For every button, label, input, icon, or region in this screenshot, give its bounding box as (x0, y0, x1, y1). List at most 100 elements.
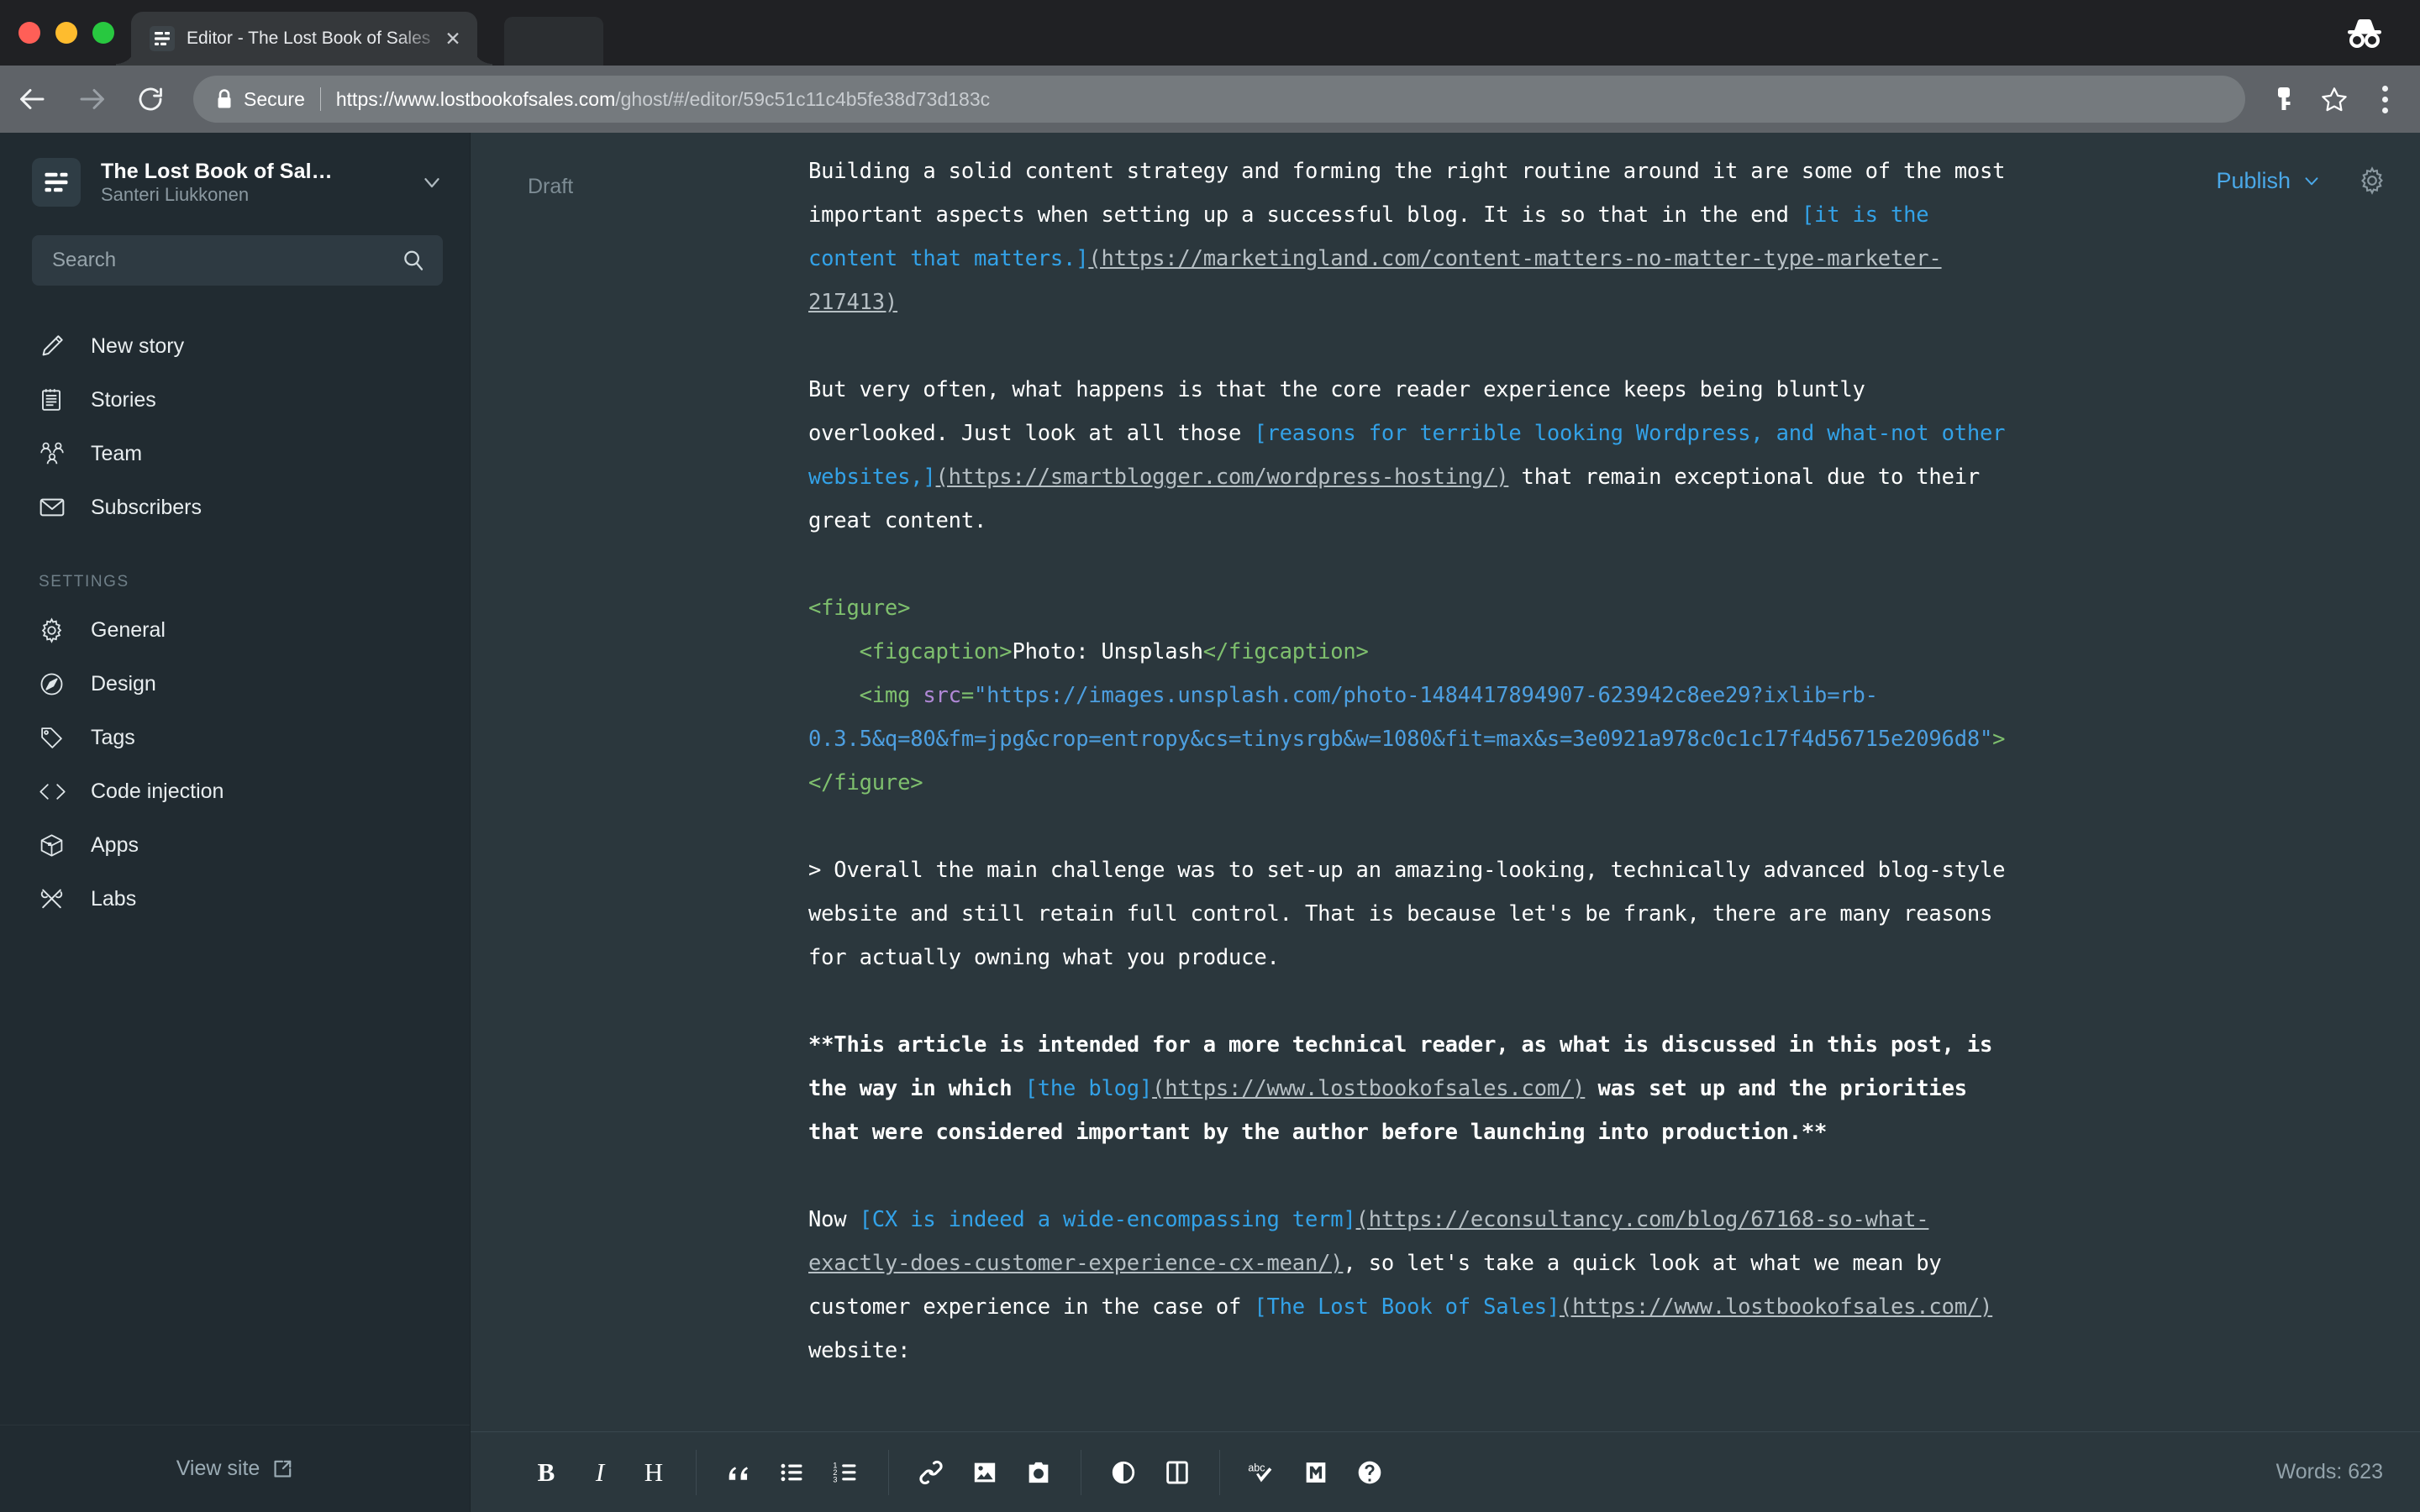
search-input[interactable] (50, 248, 401, 273)
md-token-url[interactable]: (https://www.lostbookofsales.com/) (1560, 1294, 1992, 1320)
publish-button[interactable]: Publish (2216, 168, 2323, 194)
sidebar-item-code-injection[interactable]: Code injection (0, 764, 470, 818)
help-icon[interactable] (1343, 1446, 1397, 1499)
url-path: /ghost/#/editor/59c51c11c4b5fe38d73d183c (615, 87, 991, 110)
close-window-button[interactable] (18, 22, 40, 44)
post-settings-button[interactable] (2358, 166, 2386, 195)
md-paragraph: But very often, what happens is that the… (808, 368, 2017, 543)
reload-icon[interactable] (124, 73, 176, 125)
preview-eye-icon[interactable] (1097, 1446, 1150, 1499)
markdown-editor-content[interactable]: Building a solid content strategy and fo… (808, 150, 2017, 1373)
italic-icon[interactable]: I (573, 1446, 627, 1499)
md-token-url[interactable]: (https://www.lostbookofsales.com/) (1152, 1076, 1585, 1101)
toolbar-divider (1219, 1449, 1220, 1495)
sidebar-item-team[interactable]: Team (0, 427, 470, 480)
numbered-list-icon[interactable]: 123 (819, 1446, 873, 1499)
maximize-window-button[interactable] (92, 22, 114, 44)
link-icon[interactable] (904, 1446, 958, 1499)
sidebar-item-subscribers[interactable]: Subscribers (0, 480, 470, 534)
sidebar-item-general[interactable]: General (0, 603, 470, 657)
split-view-icon[interactable] (1150, 1446, 1204, 1499)
md-html: <img src="https://images.unsplash.com/ph… (808, 674, 2017, 761)
browser-tabstrip: Editor - The Lost Book of Sales ✕ (0, 0, 2420, 66)
sidebar-item-stories[interactable]: Stories (0, 373, 470, 427)
lock-icon (215, 88, 234, 110)
ghost-admin-app: The Lost Book of Sal… Santeri Liukkonen (0, 133, 2420, 1512)
md-token-plain (808, 639, 860, 664)
browser-tab-active[interactable]: Editor - The Lost Book of Sales ✕ (116, 12, 492, 66)
image-icon[interactable] (958, 1446, 1012, 1499)
bullet-list-icon[interactable] (765, 1446, 819, 1499)
blog-title: The Lost Book of Sal… (101, 159, 333, 183)
blog-author: Santeri Liukkonen (101, 183, 250, 205)
sidebar-item-new-story[interactable]: New story (0, 319, 470, 373)
omnibox-actions (2260, 76, 2420, 123)
search-box[interactable] (32, 235, 443, 286)
minimize-window-button[interactable] (55, 22, 77, 44)
browser-tab-title: Editor - The Lost Book of Sales (187, 29, 431, 48)
md-token-linktext[interactable]: [CX is indeed a wide-encompassing term] (860, 1207, 1356, 1232)
md-token-tag: <figcaption> (859, 639, 1013, 664)
sidebar-item-apps[interactable]: Apps (0, 818, 470, 872)
url-separator (319, 87, 321, 111)
md-paragraph: Now [CX is indeed a wide-encompassing te… (808, 1198, 2017, 1373)
star-icon[interactable] (2311, 76, 2358, 123)
toolbar-group-view (1097, 1446, 1204, 1499)
url-bar[interactable]: Secure https://www.lostbookofsales.com/g… (193, 76, 2245, 123)
browser-toolbar: Secure https://www.lostbookofsales.com/g… (0, 66, 2420, 133)
sidebar-item-label: General (91, 617, 166, 642)
sidebar-item-tags[interactable]: Tags (0, 711, 470, 764)
md-token-attr: src (923, 683, 961, 708)
md-token-tag: > (1992, 727, 2006, 752)
blockquote-icon[interactable] (712, 1446, 765, 1499)
sidebar-item-label: Tags (91, 725, 135, 749)
md-token-url[interactable]: (https://smartblogger.com/wordpress-host… (936, 465, 1509, 490)
md-blank-line (808, 979, 2017, 1023)
heading-icon[interactable]: H (627, 1446, 681, 1499)
sidebar-nav: New story Stories Team Subscribers SETTI… (0, 286, 470, 926)
md-token-linktext[interactable]: [the blog] (1025, 1076, 1153, 1101)
back-arrow-icon[interactable] (7, 73, 59, 125)
search-icon[interactable] (401, 248, 426, 273)
md-blank-line (808, 324, 2017, 368)
key-icon[interactable] (2260, 76, 2307, 123)
editor-toolbar: B I H 123 abc Words: 623 (471, 1431, 2420, 1512)
toolbar-group-text: B I H (519, 1446, 681, 1499)
team-icon (39, 441, 74, 466)
editor-header-actions: Publish (2216, 166, 2386, 195)
md-blockquote: > Overall the main challenge was to set-… (808, 848, 2017, 979)
kebab-menu-icon[interactable] (2361, 76, 2408, 123)
sidebar-item-label: Code injection (91, 779, 224, 803)
post-status-label: Draft (528, 175, 574, 198)
view-site-link[interactable]: View site (0, 1425, 470, 1512)
md-html: </figure> (808, 761, 2017, 805)
sidebar-item-design[interactable]: Design (0, 657, 470, 711)
main-sidebar: The Lost Book of Sal… Santeri Liukkonen (0, 133, 471, 1512)
sidebar-item-labs[interactable]: Labs (0, 872, 470, 926)
sidebar-item-label: Design (91, 671, 156, 696)
spellcheck-icon[interactable]: abc (1235, 1446, 1289, 1499)
chevron-down-icon[interactable] (419, 170, 445, 195)
editor-scroll-area[interactable]: Draft Publish Building a solid content s… (471, 133, 2420, 1431)
url-text: https://www.lostbookofsales.com/ghost/#/… (336, 88, 990, 111)
url-host: https://www.lostbookofsales.com (335, 87, 616, 110)
envelope-icon (39, 495, 74, 520)
md-token-tag: </figcaption> (1202, 639, 1369, 664)
md-token-plain: Photo: Unsplash (1012, 639, 1203, 664)
close-icon[interactable]: ✕ (442, 28, 464, 50)
tag-icon (39, 725, 74, 751)
markdown-icon[interactable] (1289, 1446, 1343, 1499)
view-site-label: View site (176, 1457, 260, 1480)
tools-icon (39, 886, 74, 912)
camera-icon[interactable] (1012, 1446, 1065, 1499)
blog-meta: The Lost Book of Sal… Santeri Liukkonen (101, 160, 411, 206)
svg-text:abc: abc (1248, 1462, 1265, 1473)
forward-arrow-icon[interactable] (66, 73, 118, 125)
tab-strip-empty-area[interactable] (504, 17, 603, 66)
md-token-linktext[interactable]: [The Lost Book of Sales] (1254, 1294, 1560, 1320)
md-html: <figcaption>Photo: Unsplash</figcaption> (808, 630, 2017, 674)
blog-switcher[interactable]: The Lost Book of Sal… Santeri Liukkonen (0, 133, 470, 218)
code-brackets-icon (39, 779, 74, 805)
bold-icon[interactable]: B (519, 1446, 573, 1499)
md-token-tag: </figure> (808, 770, 923, 795)
